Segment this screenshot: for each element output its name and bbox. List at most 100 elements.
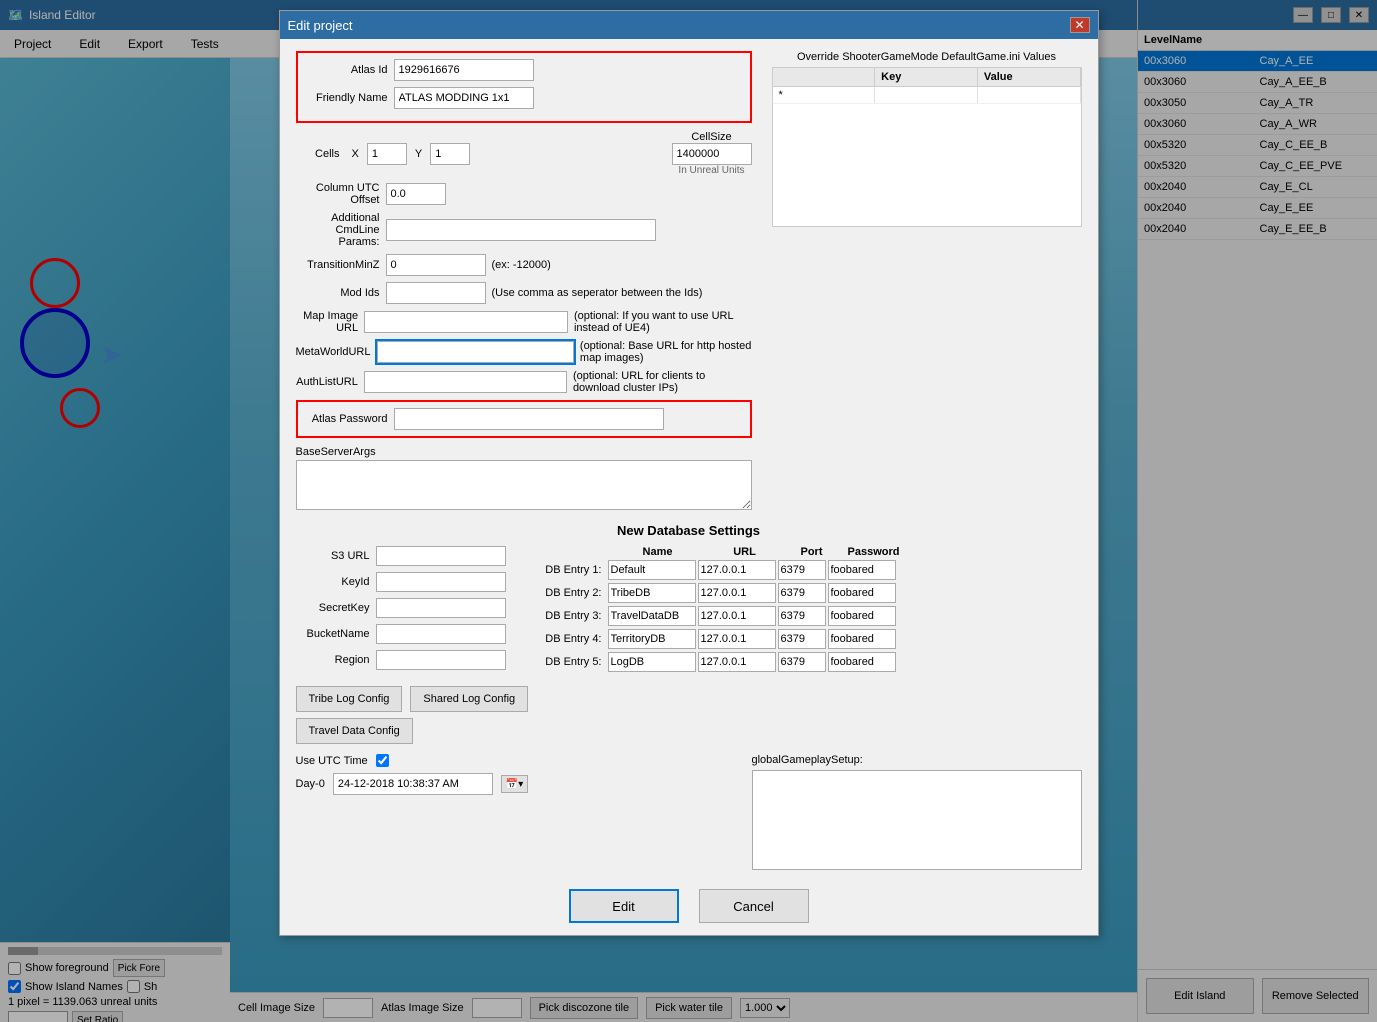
y-label: Y [415,148,422,160]
tribe-log-config-button[interactable]: Tribe Log Config [296,686,403,712]
modids-label: Mod Ids [296,287,386,299]
db-entry-password-1[interactable] [828,583,896,603]
override-value-header: Value [978,68,1081,86]
db-entry-url-4[interactable] [698,652,776,672]
db-entry-name-2[interactable] [608,606,696,626]
secretkey-input[interactable] [376,598,506,618]
db-entry-url-3[interactable] [698,629,776,649]
authlist-hint: (optional: URL for clients to download c… [573,370,752,394]
travel-data-config-button[interactable]: Travel Data Config [296,718,413,744]
mapimage-input[interactable] [364,311,568,333]
db-entry-label: DB Entry 2: [536,587,606,599]
bucketname-row: BucketName [296,624,516,644]
secretkey-row: SecretKey [296,598,516,618]
day0-row: Day-0 24-12-2018 10:38:37 AM 📅▾ [296,773,732,795]
db-entry-port-1[interactable] [778,583,826,603]
authlist-input[interactable] [364,371,567,393]
modids-input[interactable] [386,282,486,304]
atlas-friendly-highlight: Atlas Id 1929616676 Friendly Name ATLAS … [296,51,752,123]
friendly-name-label: Friendly Name [304,92,394,104]
utc-row: Use UTC Time [296,754,732,767]
db-entry-password-2[interactable] [828,606,896,626]
db-entry-name-0[interactable] [608,560,696,580]
db-entry-port-4[interactable] [778,652,826,672]
baseserverargs-label: BaseServerArgs [296,446,376,458]
region-input[interactable] [376,650,506,670]
utc-offset-input[interactable]: 0.0 [386,183,446,205]
db-entry-label: DB Entry 4: [536,633,606,645]
atlaspassword-input[interactable] [394,408,664,430]
db-entry-url-2[interactable] [698,606,776,626]
utc-offset-label: Column UTCOffset [296,182,386,206]
baseserverargs-textarea[interactable] [296,460,752,510]
keyid-label: KeyId [296,576,376,588]
shared-log-config-button[interactable]: Shared Log Config [410,686,528,712]
db-entry-label: DB Entry 1: [536,564,606,576]
friendly-name-input[interactable]: ATLAS MODDING 1x1 [394,87,534,109]
db-entry-name-4[interactable] [608,652,696,672]
atlas-id-input[interactable]: 1929616676 [394,59,534,81]
day0-input[interactable]: 24-12-2018 10:38:37 AM [333,773,493,795]
db-entry-port-3[interactable] [778,629,826,649]
edit-button[interactable]: Edit [569,889,679,923]
cmdline-row: AdditionalCmdLine Params: [296,212,752,248]
gameplay-label: globalGameplaySetup: [752,754,1082,766]
override-header: Key Value [773,68,1081,87]
db-entry-port-2[interactable] [778,606,826,626]
metaworld-hint: (optional: Base URL for http hosted map … [580,340,752,364]
dialog-close-button[interactable]: ✕ [1070,17,1090,33]
db-entry-name-3[interactable] [608,629,696,649]
override-table: Key Value * [772,67,1082,227]
cellsize-input[interactable]: 1400000 [672,143,752,165]
gameplay-left: Use UTC Time Day-0 24-12-2018 10:38:37 A… [296,754,732,795]
keyid-row: KeyId [296,572,516,592]
day0-calendar-button[interactable]: 📅▾ [501,775,528,793]
db-entry-password-4[interactable] [828,652,896,672]
use-utc-checkbox[interactable] [376,754,389,767]
override-row: * [773,87,1081,104]
metaworld-input[interactable] [377,341,574,363]
mapimage-label: Map Image URL [296,310,365,334]
modids-row: Mod Ids (Use comma as seperator between … [296,282,752,304]
db-entry-row: DB Entry 3: [536,606,1082,626]
transitionminz-row: TransitionMinZ 0 (ex: -12000) [296,254,752,276]
modal-overlay: Edit project ✕ Atlas Id 1929616676 [0,0,1377,1022]
cells-y-input[interactable]: 1 [430,143,470,165]
bucketname-input[interactable] [376,624,506,644]
db-entry-password-3[interactable] [828,629,896,649]
dialog-title: Edit project [288,18,353,33]
mapimage-hint: (optional: If you want to use URL instea… [574,310,752,334]
friendly-name-row: Friendly Name ATLAS MODDING 1x1 [304,87,744,109]
edit-project-dialog: Edit project ✕ Atlas Id 1929616676 [279,10,1099,936]
db-entry-url-0[interactable] [698,560,776,580]
db-entry-port-0[interactable] [778,560,826,580]
region-row: Region [296,650,516,670]
new-db-title: New Database Settings [296,523,1082,538]
mapimage-row: Map Image URL (optional: If you want to … [296,310,752,334]
db-entry-url-1[interactable] [698,583,776,603]
override-key-col [773,68,876,86]
db-layout: S3 URL KeyId SecretKey BucketName [296,546,1082,676]
x-label: X [352,148,359,160]
keyid-input[interactable] [376,572,506,592]
gameplay-textarea[interactable] [752,770,1082,870]
db-url-header: URL [705,546,785,558]
db-entry-row: DB Entry 4: [536,629,1082,649]
s3url-input[interactable] [376,546,506,566]
db-entry-password-0[interactable] [828,560,896,580]
baseserverargs-section: BaseServerArgs [296,444,752,513]
s3url-row: S3 URL [296,546,516,566]
transitionminz-input[interactable]: 0 [386,254,486,276]
form-section-top: Atlas Id 1929616676 Friendly Name ATLAS … [296,51,1082,513]
cancel-button[interactable]: Cancel [699,889,809,923]
db-right: Name URL Port Password DB Entry 1: DB En… [536,546,1082,676]
use-utc-label: Use UTC Time [296,755,368,767]
bottom-buttons: Edit Cancel [296,889,1082,923]
override-key-cell [875,87,978,103]
cells-x-input[interactable]: 1 [367,143,407,165]
cmdline-input[interactable] [386,219,656,241]
db-password-header: Password [839,546,909,558]
db-entry-name-1[interactable] [608,583,696,603]
db-port-header: Port [787,546,837,558]
authlist-row: AuthListURL (optional: URL for clients t… [296,370,752,394]
